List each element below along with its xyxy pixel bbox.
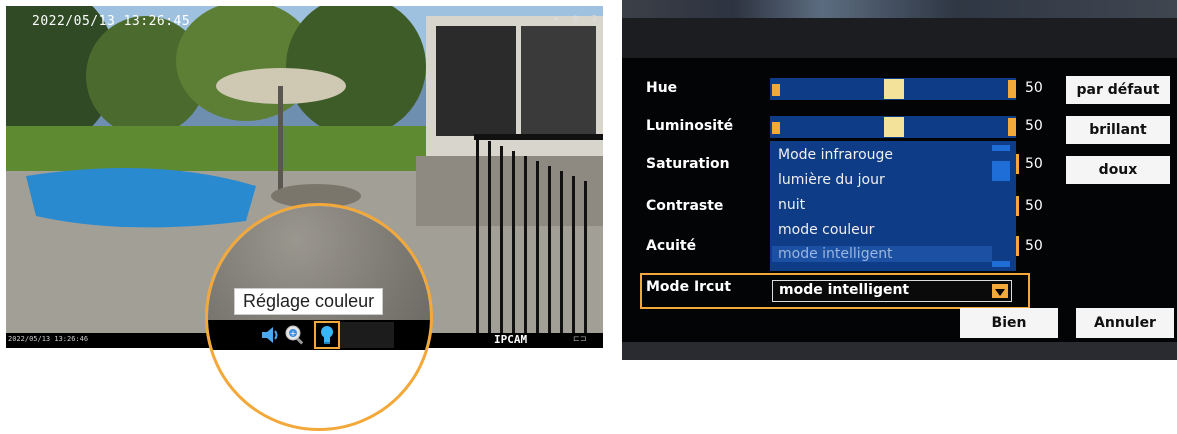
dialog-bottom-strip — [622, 342, 1177, 360]
dropdown-option[interactable]: nuit — [778, 197, 805, 213]
slider-min-icon[interactable] — [772, 84, 780, 96]
ircut-dropdown-list: Mode infrarouge lumière du jour nuit mod… — [770, 141, 1016, 271]
contrast-slider-end[interactable] — [1016, 196, 1019, 216]
ok-button[interactable]: Bien — [960, 308, 1058, 338]
brightness-value: 50 — [1025, 118, 1043, 134]
bright-preset-button[interactable]: brillant — [1066, 116, 1170, 144]
saturation-value: 50 — [1025, 156, 1043, 172]
status-timestamp: 2022/05/13 13:26:46 — [8, 335, 89, 343]
hue-slider-thumb[interactable] — [884, 79, 904, 99]
hue-slider[interactable] — [770, 78, 1016, 100]
speaker-icon[interactable]: ◂· — [553, 14, 560, 23]
svg-text:+: + — [290, 329, 297, 338]
color-setting-tooltip: Réglage couleur — [234, 288, 384, 315]
saturation-label: Saturation — [646, 156, 730, 172]
sharpness-slider-end[interactable] — [1016, 236, 1019, 256]
brightness-slider[interactable] — [770, 116, 1016, 138]
ircut-mode-select[interactable]: mode intelligent — [772, 280, 1012, 302]
default-preset-button[interactable]: par défaut — [1066, 76, 1170, 104]
brightness-slider-thumb[interactable] — [884, 117, 904, 137]
settings-icon[interactable]: ⚙ — [572, 14, 579, 23]
dropdown-option[interactable]: lumière du jour — [778, 172, 885, 188]
brand-label: IPCAM — [494, 333, 528, 346]
osd-top-icons: ◂· ⚙ 2 — [543, 14, 597, 23]
cancel-button[interactable]: Annuler — [1076, 308, 1174, 338]
slider-max-icon[interactable] — [1008, 118, 1016, 136]
saturation-slider-end[interactable] — [1016, 154, 1019, 174]
color-settings-dialog: Hue 50 par défaut Luminosité 50 brillant… — [622, 0, 1177, 360]
dialog-header — [622, 18, 1177, 58]
ircut-label: Mode Ircut — [646, 279, 732, 295]
magnifier-callout: Réglage couleur + — [205, 203, 433, 431]
channel-number[interactable]: 2 — [592, 14, 597, 23]
dialog-top-strip — [622, 0, 1177, 18]
chevron-down-icon[interactable] — [992, 284, 1008, 298]
sharpness-label: Acuité — [646, 238, 697, 254]
osd-timestamp: 2022/05/13 13:26:45 — [32, 14, 191, 29]
zoom-in-icon[interactable]: + — [284, 324, 306, 346]
color-bulb-icon[interactable] — [314, 321, 340, 349]
dropdown-option-selected[interactable]: mode intelligent — [772, 246, 992, 262]
record-icon[interactable]: ⊏⊐ — [573, 334, 586, 343]
soft-preset-button[interactable]: doux — [1066, 156, 1170, 184]
dropdown-option[interactable]: Mode infrarouge — [778, 147, 893, 163]
hue-value: 50 — [1025, 80, 1043, 96]
dropdown-scrollbar[interactable] — [992, 145, 1010, 267]
ircut-selected-value: mode intelligent — [779, 282, 910, 298]
slider-max-icon[interactable] — [1008, 80, 1016, 98]
hue-label: Hue — [646, 80, 678, 96]
slider-min-icon[interactable] — [772, 122, 780, 134]
brightness-label: Luminosité — [646, 118, 734, 134]
contrast-value: 50 — [1025, 198, 1043, 214]
dialog-body: Hue 50 par défaut Luminosité 50 brillant… — [622, 58, 1177, 342]
dropdown-option[interactable]: mode couleur — [778, 222, 874, 238]
contrast-label: Contraste — [646, 198, 724, 214]
speaker-icon[interactable] — [260, 324, 282, 346]
toolbar-spacer — [340, 322, 394, 348]
sharpness-value: 50 — [1025, 238, 1043, 254]
